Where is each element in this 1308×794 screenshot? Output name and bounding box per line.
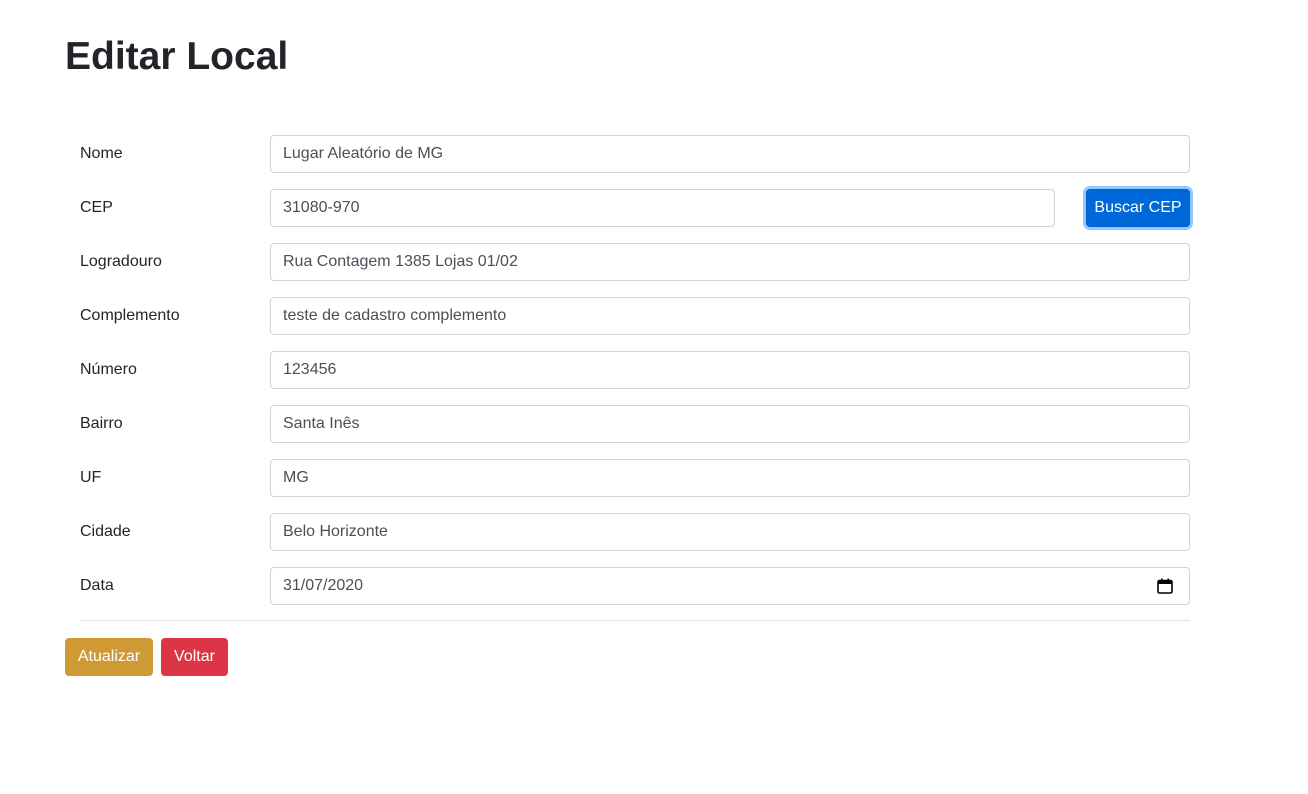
bairro-label: Bairro (80, 415, 123, 432)
uf-input[interactable]: MG (270, 459, 1190, 497)
complemento-input[interactable]: teste de cadastro complemento (270, 297, 1190, 335)
cidade-label: Cidade (80, 523, 131, 540)
logradouro-input[interactable]: Rua Contagem 1385 Lojas 01/02 (270, 243, 1190, 281)
form-divider (80, 620, 1190, 621)
page-title: Editar Local (65, 35, 289, 78)
form-row-bairro: Bairro Santa Inês (65, 405, 1190, 459)
form-row-cep: CEP 31080-970 Buscar CEP (65, 189, 1190, 243)
back-button[interactable]: Voltar (161, 638, 228, 676)
update-button[interactable]: Atualizar (65, 638, 153, 676)
edit-location-form: Nome Lugar Aleatório de MG CEP 31080-970… (65, 135, 1190, 621)
edit-location-page: Editar Local Nome Lugar Aleatório de MG … (0, 0, 1308, 794)
form-row-data: Data 31/07/2020 (65, 567, 1190, 621)
form-row-complemento: Complemento teste de cadastro complement… (65, 297, 1190, 351)
nome-input[interactable]: Lugar Aleatório de MG (270, 135, 1190, 173)
nome-label: Nome (80, 145, 123, 162)
buscar-cep-button[interactable]: Buscar CEP (1086, 189, 1190, 227)
bairro-input[interactable]: Santa Inês (270, 405, 1190, 443)
cep-label: CEP (80, 199, 113, 216)
numero-label: Número (80, 361, 137, 378)
form-row-cidade: Cidade Belo Horizonte (65, 513, 1190, 567)
cidade-input[interactable]: Belo Horizonte (270, 513, 1190, 551)
calendar-icon[interactable] (1157, 578, 1173, 594)
uf-label: UF (80, 469, 102, 486)
logradouro-label: Logradouro (80, 253, 162, 270)
form-row-logradouro: Logradouro Rua Contagem 1385 Lojas 01/02 (65, 243, 1190, 297)
numero-input[interactable]: 123456 (270, 351, 1190, 389)
data-input[interactable]: 31/07/2020 (270, 567, 1190, 605)
form-row-nome: Nome Lugar Aleatório de MG (65, 135, 1190, 189)
data-value: 31/07/2020 (283, 577, 364, 594)
data-label: Data (80, 577, 114, 594)
form-row-uf: UF MG (65, 459, 1190, 513)
cep-input[interactable]: 31080-970 (270, 189, 1055, 227)
complemento-label: Complemento (80, 307, 180, 324)
form-row-numero: Número 123456 (65, 351, 1190, 405)
